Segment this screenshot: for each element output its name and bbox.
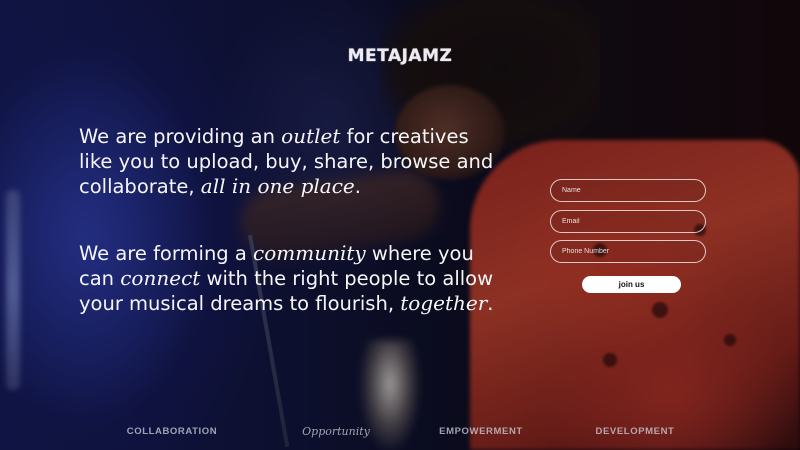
footer-values: COLLABORATION Opportunity EMPOWERMENT DE… (0, 425, 800, 446)
join-us-button[interactable]: join us (582, 276, 681, 293)
intro-text: . (487, 292, 494, 315)
intro-paragraph-community: We are forming a community where you can… (79, 241, 499, 316)
intro-emphasis: community (253, 241, 366, 265)
email-field[interactable] (550, 209, 706, 233)
footer-item-collaboration: COLLABORATION (126, 426, 218, 437)
intro-text: . (354, 175, 361, 198)
phone-number-field[interactable] (550, 240, 706, 263)
intro-emphasis: all in one place (200, 174, 355, 198)
signup-form: join us (550, 179, 706, 293)
intro-emphasis: outlet (281, 124, 341, 148)
intro-paragraph-outlet: We are providing an outlet for creatives… (79, 124, 499, 199)
intro-emphasis: together (400, 291, 488, 315)
footer-item-development: DEVELOPMENT (595, 426, 675, 437)
intro-text: We are forming a (79, 242, 254, 265)
footer-item-empowerment: EMPOWERMENT (439, 426, 523, 437)
intro-emphasis: connect (120, 266, 201, 290)
name-field[interactable] (550, 179, 706, 202)
brand-logo[interactable]: METAJAMZ (0, 46, 800, 66)
intro-text: We are providing an (79, 125, 282, 148)
footer-item-opportunity: Opportunity (302, 425, 370, 438)
